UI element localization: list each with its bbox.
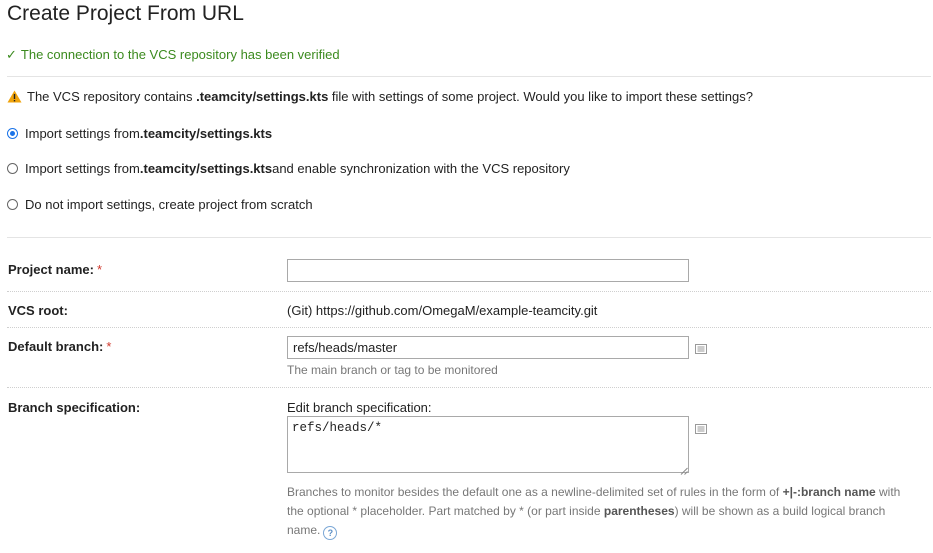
help-icon[interactable]: ? xyxy=(323,526,338,540)
warning-file: .teamcity/settings.kts xyxy=(196,89,329,104)
import-warning: The VCS repository contains .teamcity/se… xyxy=(7,89,753,106)
option-label-file: .teamcity/settings.kts xyxy=(139,126,273,141)
vcs-root-value: (Git) https://github.com/OmegaM/example-… xyxy=(287,303,598,318)
list-icon[interactable] xyxy=(695,342,707,354)
divider xyxy=(7,237,931,238)
verification-message: ✓ The connection to the VCS repository ha… xyxy=(6,47,340,63)
warning-text-suffix: file with settings of some project. Woul… xyxy=(328,89,753,104)
divider xyxy=(7,76,931,77)
verification-text: The connection to the VCS repository has… xyxy=(20,47,340,62)
vcs-root-label: VCS root: xyxy=(8,303,68,318)
option-label-prefix: Import settings from xyxy=(25,161,140,176)
warning-icon xyxy=(7,90,22,106)
default-branch-input[interactable] xyxy=(287,336,689,359)
project-name-input[interactable] xyxy=(287,259,689,282)
radio-import-selected[interactable] xyxy=(7,128,18,139)
page-title: Create Project From URL xyxy=(7,2,244,25)
radio-import-sync[interactable] xyxy=(7,163,18,174)
divider xyxy=(7,291,931,292)
option-label-prefix: Import settings from xyxy=(25,126,140,141)
import-option-import-sync[interactable]: Import settings from .teamcity/settings.… xyxy=(7,161,570,176)
import-option-import[interactable]: Import settings from .teamcity/settings.… xyxy=(7,126,272,141)
list-icon[interactable] xyxy=(695,422,707,434)
branch-spec-label: Branch specification: xyxy=(8,400,141,415)
default-branch-hint: The main branch or tag to be monitored xyxy=(287,363,498,377)
branch-spec-syntax: +|-:branch name xyxy=(782,485,876,499)
option-label-suffix: and enable synchronization with the VCS … xyxy=(272,161,570,176)
divider xyxy=(7,327,931,328)
required-mark: * xyxy=(106,339,112,354)
default-branch-label: Default branch: * xyxy=(8,339,112,354)
required-mark: * xyxy=(96,262,103,277)
import-option-scratch[interactable]: Do not import settings, create project f… xyxy=(7,197,313,212)
resize-handle-icon[interactable] xyxy=(680,463,688,475)
checkmark-icon: ✓ xyxy=(6,47,17,62)
divider xyxy=(7,387,931,388)
branch-spec-edit-label: Edit branch specification: xyxy=(287,400,432,415)
branch-spec-parens: parentheses xyxy=(603,504,675,518)
branch-spec-textarea[interactable]: refs/heads/* xyxy=(287,416,689,473)
project-name-label: Project name: * xyxy=(8,262,103,277)
option-label-file: .teamcity/settings.kts xyxy=(139,161,273,176)
branch-spec-help: Branches to monitor besides the default … xyxy=(287,485,901,540)
warning-text-prefix: The VCS repository contains xyxy=(27,89,197,104)
option-label: Do not import settings, create project f… xyxy=(25,197,313,212)
radio-scratch[interactable] xyxy=(7,199,18,210)
